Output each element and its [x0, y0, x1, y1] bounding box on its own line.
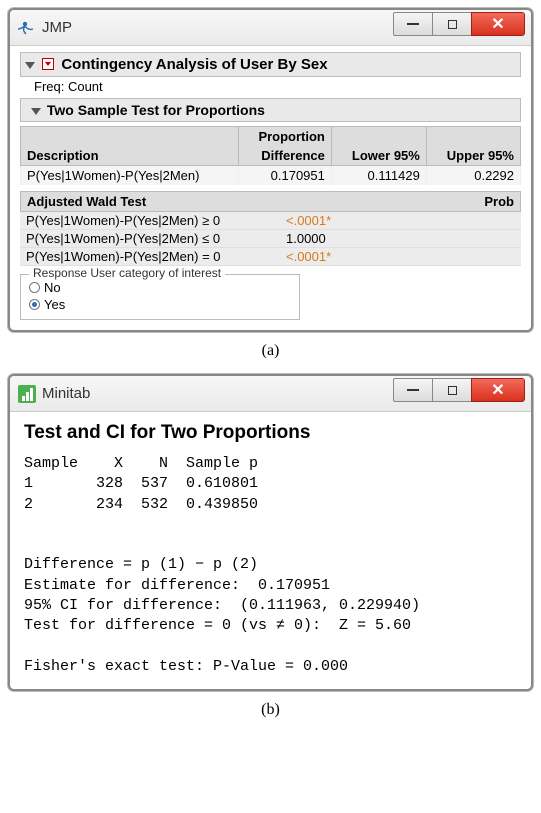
- proportion-table: Description Proportion Lower 95% Upper 9…: [20, 126, 521, 185]
- wald-row: P(Yes|1Women)-P(Yes|2Men) = 0 <.0001*: [20, 248, 521, 266]
- wald-title: Adjusted Wald Test: [27, 194, 146, 209]
- subheading-row[interactable]: Two Sample Test for Proportions: [20, 98, 521, 122]
- response-category-group: Response User category of interest No Ye…: [20, 274, 300, 320]
- col-lower: Lower 95%: [331, 127, 426, 166]
- wald-desc: P(Yes|1Women)-P(Yes|2Men) ≥ 0: [26, 213, 286, 228]
- analysis-heading: Contingency Analysis of User By Sex: [61, 56, 327, 73]
- wald-desc: P(Yes|1Women)-P(Yes|2Men) = 0: [26, 249, 286, 264]
- minimize-button[interactable]: [393, 378, 433, 402]
- caption-a: (a): [8, 336, 533, 374]
- wald-row: P(Yes|1Women)-P(Yes|2Men) ≥ 0 <.0001*: [20, 212, 521, 230]
- cell-desc: P(Yes|1Women)-P(Yes|2Men): [21, 166, 239, 186]
- close-button[interactable]: ✕: [471, 12, 525, 36]
- caption-b: (b): [8, 695, 533, 733]
- freq-label: Freq: Count: [20, 77, 521, 96]
- minitab-window: Minitab ✕ Test and CI for Two Proportion…: [8, 374, 533, 691]
- radio-label: Yes: [44, 297, 65, 312]
- radio-icon[interactable]: [29, 282, 40, 293]
- close-button[interactable]: ✕: [471, 378, 525, 402]
- output-line: Fisher's exact test: P-Value = 0.000: [24, 657, 517, 677]
- blank-line: [24, 636, 517, 656]
- output-line: Estimate for difference: 0.170951: [24, 576, 517, 596]
- analysis-heading-row[interactable]: Contingency Analysis of User By Sex: [20, 52, 521, 77]
- cell-diff: 0.170951: [238, 166, 331, 186]
- minitab-title: Minitab: [42, 385, 90, 402]
- cell-lower: 0.111429: [331, 166, 426, 186]
- col-diff-bottom: Difference: [238, 146, 331, 166]
- minitab-icon: [18, 385, 36, 403]
- disclosure-icon[interactable]: [25, 62, 35, 69]
- col-upper: Upper 95%: [426, 127, 520, 166]
- blank-line: [24, 535, 517, 555]
- radio-option-no[interactable]: No: [29, 279, 291, 296]
- subheading: Two Sample Test for Proportions: [47, 102, 265, 118]
- minimize-button[interactable]: [393, 12, 433, 36]
- wald-prob: 1.0000: [286, 231, 366, 246]
- output-row: 1 328 537 0.610801: [24, 474, 517, 494]
- output-title: Test and CI for Two Proportions: [24, 422, 517, 444]
- wald-prob-label: Prob: [394, 194, 514, 209]
- table-row: P(Yes|1Women)-P(Yes|2Men) 0.170951 0.111…: [21, 166, 521, 186]
- jmp-title: JMP: [42, 19, 72, 36]
- jmp-window: JMP ✕ Contingency Analysis of User By Se…: [8, 8, 533, 332]
- wald-row: P(Yes|1Women)-P(Yes|2Men) ≤ 0 1.0000: [20, 230, 521, 248]
- window-buttons: ✕: [394, 12, 525, 36]
- blank-line: [24, 515, 517, 535]
- maximize-button[interactable]: [432, 378, 472, 402]
- wald-prob: <.0001*: [286, 249, 366, 264]
- output-row: 2 234 532 0.439850: [24, 495, 517, 515]
- response-legend: Response User category of interest: [29, 266, 225, 280]
- jmp-content: Contingency Analysis of User By Sex Freq…: [10, 46, 531, 330]
- wald-desc: P(Yes|1Women)-P(Yes|2Men) ≤ 0: [26, 231, 286, 246]
- radio-icon[interactable]: [29, 299, 40, 310]
- output-table-header: Sample X N Sample p: [24, 454, 517, 474]
- col-diff-top: Proportion: [238, 127, 331, 147]
- radio-option-yes[interactable]: Yes: [29, 296, 291, 313]
- output-line: Difference = p (1) − p (2): [24, 555, 517, 575]
- col-description: Description: [21, 127, 239, 166]
- output-line: 95% CI for difference: (0.111963, 0.2299…: [24, 596, 517, 616]
- window-buttons: ✕: [394, 378, 525, 402]
- wald-header: Adjusted Wald Test Prob: [20, 191, 521, 212]
- cell-upper: 0.2292: [426, 166, 520, 186]
- minitab-titlebar[interactable]: Minitab ✕: [10, 376, 531, 412]
- minitab-content: Test and CI for Two Proportions Sample X…: [10, 412, 531, 689]
- wald-prob: <.0001*: [286, 213, 366, 228]
- disclosure-icon[interactable]: [31, 108, 41, 115]
- jmp-icon: [18, 19, 36, 37]
- output-line: Test for difference = 0 (vs ≠ 0): Z = 5.…: [24, 616, 517, 636]
- jmp-titlebar[interactable]: JMP ✕: [10, 10, 531, 46]
- radio-label: No: [44, 280, 61, 295]
- hotspot-icon[interactable]: [42, 58, 54, 70]
- maximize-button[interactable]: [432, 12, 472, 36]
